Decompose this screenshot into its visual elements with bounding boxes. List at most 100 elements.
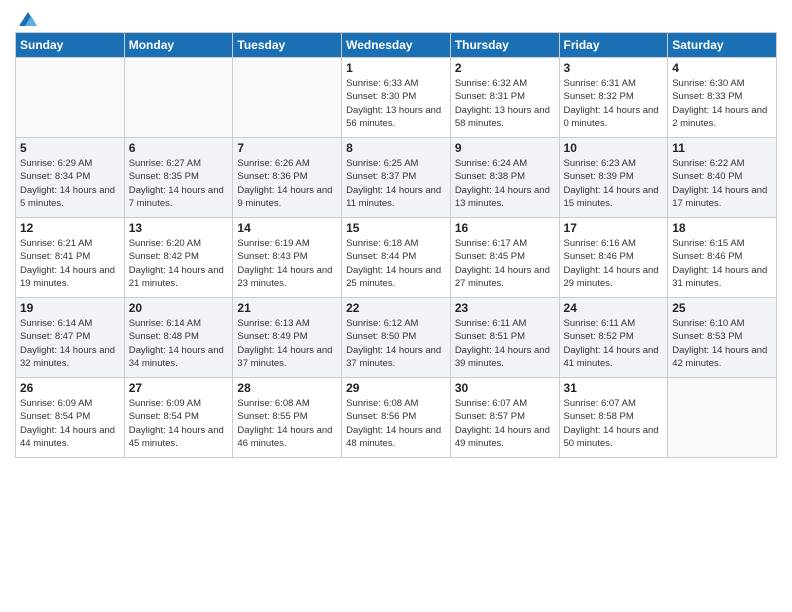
day-number: 12 [20, 221, 120, 235]
day-info: Sunrise: 6:07 AMSunset: 8:57 PMDaylight:… [455, 397, 555, 450]
calendar-cell: 14Sunrise: 6:19 AMSunset: 8:43 PMDayligh… [233, 218, 342, 298]
day-info: Sunrise: 6:29 AMSunset: 8:34 PMDaylight:… [20, 157, 120, 210]
day-number: 31 [564, 381, 664, 395]
calendar-cell: 13 Sunrise: 6:20 AMSunset: 8:42 PMDayligh… [124, 218, 233, 298]
week-row-1: 1 Sunrise: 6:33 AMSunset: 8:30 PMDaylight… [16, 58, 777, 138]
calendar-cell: 23 Sunrise: 6:11 AMSunset: 8:51 PMDayligh… [450, 298, 559, 378]
calendar-cell: 28 Sunrise: 6:08 AMSunset: 8:55 PMDayligh… [233, 378, 342, 458]
weekday-sunday: Sunday [16, 33, 125, 58]
calendar-cell: 26Sunrise: 6:09 AMSunset: 8:54 PMDayligh… [16, 378, 125, 458]
day-info: Sunrise: 6:27 AMSunset: 8:35 PMDaylight:… [129, 157, 229, 210]
day-number: 13 [129, 221, 229, 235]
calendar-cell [668, 378, 777, 458]
weekday-friday: Friday [559, 33, 668, 58]
day-info: Sunrise: 6:21 AMSunset: 8:41 PMDaylight:… [20, 237, 120, 290]
week-row-2: 5 Sunrise: 6:29 AMSunset: 8:34 PMDaylight… [16, 138, 777, 218]
day-info: Sunrise: 6:08 AMSunset: 8:55 PMDaylight:… [237, 397, 337, 450]
day-number: 1 [346, 61, 446, 75]
day-number: 26 [20, 381, 120, 395]
week-row-3: 12 Sunrise: 6:21 AMSunset: 8:41 PMDayligh… [16, 218, 777, 298]
calendar-cell: 5 Sunrise: 6:29 AMSunset: 8:34 PMDaylight… [16, 138, 125, 218]
weekday-monday: Monday [124, 33, 233, 58]
day-number: 6 [129, 141, 229, 155]
calendar-cell: 7Sunrise: 6:26 AMSunset: 8:36 PMDaylight… [233, 138, 342, 218]
day-number: 16 [455, 221, 555, 235]
day-info: Sunrise: 6:08 AMSunset: 8:56 PMDaylight:… [346, 397, 446, 450]
calendar-cell: 16 Sunrise: 6:17 AMSunset: 8:45 PMDayligh… [450, 218, 559, 298]
calendar-cell: 27 Sunrise: 6:09 AMSunset: 8:54 PMDayligh… [124, 378, 233, 458]
logo [15, 10, 41, 24]
calendar-cell [233, 58, 342, 138]
day-number: 23 [455, 301, 555, 315]
day-number: 8 [346, 141, 446, 155]
day-info: Sunrise: 6:14 AMSunset: 8:48 PMDaylight:… [129, 317, 229, 370]
day-info: Sunrise: 6:13 AMSunset: 8:49 PMDaylight:… [237, 317, 337, 370]
day-info: Sunrise: 6:32 AMSunset: 8:31 PMDaylight:… [455, 77, 555, 130]
day-number: 20 [129, 301, 229, 315]
calendar-cell: 2 Sunrise: 6:32 AMSunset: 8:31 PMDaylight… [450, 58, 559, 138]
calendar-cell: 12 Sunrise: 6:21 AMSunset: 8:41 PMDayligh… [16, 218, 125, 298]
weekday-saturday: Saturday [668, 33, 777, 58]
calendar-cell: 24 Sunrise: 6:11 AMSunset: 8:52 PMDayligh… [559, 298, 668, 378]
calendar-cell: 3Sunrise: 6:31 AMSunset: 8:32 PMDaylight… [559, 58, 668, 138]
day-info: Sunrise: 6:18 AMSunset: 8:44 PMDaylight:… [346, 237, 446, 290]
day-number: 4 [672, 61, 772, 75]
day-info: Sunrise: 6:30 AMSunset: 8:33 PMDaylight:… [672, 77, 772, 130]
calendar-cell: 10 Sunrise: 6:23 AMSunset: 8:39 PMDayligh… [559, 138, 668, 218]
page: SundayMondayTuesdayWednesdayThursdayFrid… [0, 0, 792, 612]
day-number: 14 [237, 221, 337, 235]
calendar-cell: 18 Sunrise: 6:15 AMSunset: 8:46 PMDayligh… [668, 218, 777, 298]
day-number: 9 [455, 141, 555, 155]
weekday-thursday: Thursday [450, 33, 559, 58]
calendar-cell: 11 Sunrise: 6:22 AMSunset: 8:40 PMDayligh… [668, 138, 777, 218]
calendar-cell: 8Sunrise: 6:25 AMSunset: 8:37 PMDaylight… [342, 138, 451, 218]
day-number: 27 [129, 381, 229, 395]
day-info: Sunrise: 6:14 AMSunset: 8:47 PMDaylight:… [20, 317, 120, 370]
calendar-table: SundayMondayTuesdayWednesdayThursdayFrid… [15, 32, 777, 458]
day-info: Sunrise: 6:10 AMSunset: 8:53 PMDaylight:… [672, 317, 772, 370]
day-number: 10 [564, 141, 664, 155]
day-number: 21 [237, 301, 337, 315]
calendar-cell: 9Sunrise: 6:24 AMSunset: 8:38 PMDaylight… [450, 138, 559, 218]
day-info: Sunrise: 6:20 AMSunset: 8:42 PMDaylight:… [129, 237, 229, 290]
calendar-cell: 21 Sunrise: 6:13 AMSunset: 8:49 PMDayligh… [233, 298, 342, 378]
day-number: 25 [672, 301, 772, 315]
day-number: 17 [564, 221, 664, 235]
day-info: Sunrise: 6:12 AMSunset: 8:50 PMDaylight:… [346, 317, 446, 370]
day-info: Sunrise: 6:23 AMSunset: 8:39 PMDaylight:… [564, 157, 664, 210]
week-row-4: 19 Sunrise: 6:14 AMSunset: 8:47 PMDayligh… [16, 298, 777, 378]
day-info: Sunrise: 6:31 AMSunset: 8:32 PMDaylight:… [564, 77, 664, 130]
calendar-cell: 19 Sunrise: 6:14 AMSunset: 8:47 PMDayligh… [16, 298, 125, 378]
day-info: Sunrise: 6:17 AMSunset: 8:45 PMDaylight:… [455, 237, 555, 290]
day-number: 19 [20, 301, 120, 315]
calendar-cell: 22 Sunrise: 6:12 AMSunset: 8:50 PMDayligh… [342, 298, 451, 378]
day-info: Sunrise: 6:11 AMSunset: 8:52 PMDaylight:… [564, 317, 664, 370]
day-number: 22 [346, 301, 446, 315]
calendar-cell [124, 58, 233, 138]
header [15, 10, 777, 24]
calendar-cell: 20 Sunrise: 6:14 AMSunset: 8:48 PMDayligh… [124, 298, 233, 378]
day-info: Sunrise: 6:07 AMSunset: 8:58 PMDaylight:… [564, 397, 664, 450]
calendar-cell: 30 Sunrise: 6:07 AMSunset: 8:57 PMDayligh… [450, 378, 559, 458]
day-number: 18 [672, 221, 772, 235]
calendar-cell: 17 Sunrise: 6:16 AMSunset: 8:46 PMDayligh… [559, 218, 668, 298]
day-info: Sunrise: 6:11 AMSunset: 8:51 PMDaylight:… [455, 317, 555, 370]
day-number: 2 [455, 61, 555, 75]
day-info: Sunrise: 6:15 AMSunset: 8:46 PMDaylight:… [672, 237, 772, 290]
calendar-cell: 4 Sunrise: 6:30 AMSunset: 8:33 PMDaylight… [668, 58, 777, 138]
calendar-cell: 25 Sunrise: 6:10 AMSunset: 8:53 PMDayligh… [668, 298, 777, 378]
day-number: 5 [20, 141, 120, 155]
day-info: Sunrise: 6:33 AMSunset: 8:30 PMDaylight:… [346, 77, 446, 130]
day-number: 29 [346, 381, 446, 395]
day-number: 11 [672, 141, 772, 155]
day-number: 24 [564, 301, 664, 315]
day-number: 28 [237, 381, 337, 395]
calendar-cell [16, 58, 125, 138]
day-info: Sunrise: 6:16 AMSunset: 8:46 PMDaylight:… [564, 237, 664, 290]
day-info: Sunrise: 6:22 AMSunset: 8:40 PMDaylight:… [672, 157, 772, 210]
day-number: 30 [455, 381, 555, 395]
weekday-wednesday: Wednesday [342, 33, 451, 58]
calendar-cell: 31 Sunrise: 6:07 AMSunset: 8:58 PMDayligh… [559, 378, 668, 458]
calendar-cell: 29 Sunrise: 6:08 AMSunset: 8:56 PMDayligh… [342, 378, 451, 458]
day-info: Sunrise: 6:09 AMSunset: 8:54 PMDaylight:… [129, 397, 229, 450]
